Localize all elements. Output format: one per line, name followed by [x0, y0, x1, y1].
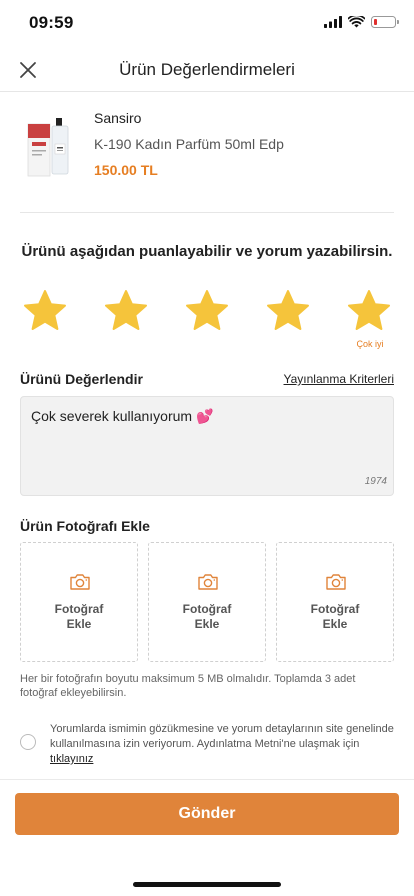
add-photo-label: Fotoğraf Ekle	[310, 602, 360, 631]
comment-text: Çok severek kullanıyorum 💕	[31, 408, 214, 424]
battery-icon	[371, 16, 399, 28]
battery-level	[373, 18, 378, 25]
status-bar: 09:59	[0, 0, 414, 48]
photo-section-label: Ürün Fotoğrafı Ekle	[20, 518, 150, 534]
star-icon-5[interactable]	[346, 288, 392, 334]
publishing-criteria-link[interactable]: Yayınlanma Kriterleri	[284, 372, 394, 386]
page-title: Ürün Değerlendirmeleri	[119, 60, 295, 79]
star-icon-2[interactable]	[103, 288, 149, 334]
character-counter: 1974	[364, 476, 387, 487]
consent-text: Yorumlarda ismimin gözükmesine ve yorum …	[50, 722, 394, 767]
divider	[20, 212, 394, 213]
cellular-signal-icon	[324, 16, 342, 28]
home-indicator	[133, 882, 281, 887]
product-image	[27, 118, 69, 177]
nav-bar: Ürün Değerlendirmeleri	[0, 48, 414, 92]
submit-button[interactable]: Gönder	[15, 793, 399, 835]
disclosure-link[interactable]: tıklayınız	[50, 753, 93, 765]
consent-statement: Yorumlarda ismimin gözükmesine ve yorum …	[50, 723, 394, 750]
product-summary: Sansiro K-190 Kadın Parfüm 50ml Edp 150.…	[22, 106, 394, 196]
photo-size-info: Her bir fotoğrafın boyutu maksimum 5 MB …	[20, 673, 356, 699]
consent-radio[interactable]	[20, 734, 36, 750]
status-time: 09:59	[29, 13, 74, 32]
footer-divider	[0, 779, 414, 780]
wifi-icon	[348, 16, 365, 28]
add-photo-button-1[interactable]: Fotoğraf Ekle	[20, 542, 138, 662]
photo-slots: Fotoğraf Ekle Fotoğraf Ekle Fotoğraf Ekl…	[20, 542, 394, 662]
rating-caption: Çok iyi	[356, 339, 384, 349]
rating-prompt: Ürünü aşağıdan puanlayabilir ve yorum ya…	[21, 243, 393, 260]
camera-icon	[326, 574, 346, 590]
product-brand: Sansiro	[94, 110, 142, 126]
add-photo-button-2[interactable]: Fotoğraf Ekle	[148, 542, 266, 662]
add-photo-label: Fotoğraf Ekle	[182, 602, 232, 631]
status-icons	[324, 16, 399, 28]
camera-icon	[198, 574, 218, 590]
review-section-label: Ürünü Değerlendir	[20, 371, 143, 387]
add-photo-label: Fotoğraf Ekle	[54, 602, 104, 631]
product-name: K-190 Kadın Parfüm 50ml Edp	[94, 136, 284, 152]
star-icon-4[interactable]	[265, 288, 311, 334]
star-icon-1[interactable]	[22, 288, 68, 334]
star-rating	[22, 288, 392, 338]
star-icon-3[interactable]	[184, 288, 230, 334]
product-price: 150.00 TL	[94, 162, 158, 178]
consent-row: Yorumlarda ismimin gözükmesine ve yorum …	[20, 720, 394, 770]
add-photo-button-3[interactable]: Fotoğraf Ekle	[276, 542, 394, 662]
comment-textarea[interactable]: Çok severek kullanıyorum 💕 1974	[20, 396, 394, 496]
camera-icon	[70, 574, 90, 590]
